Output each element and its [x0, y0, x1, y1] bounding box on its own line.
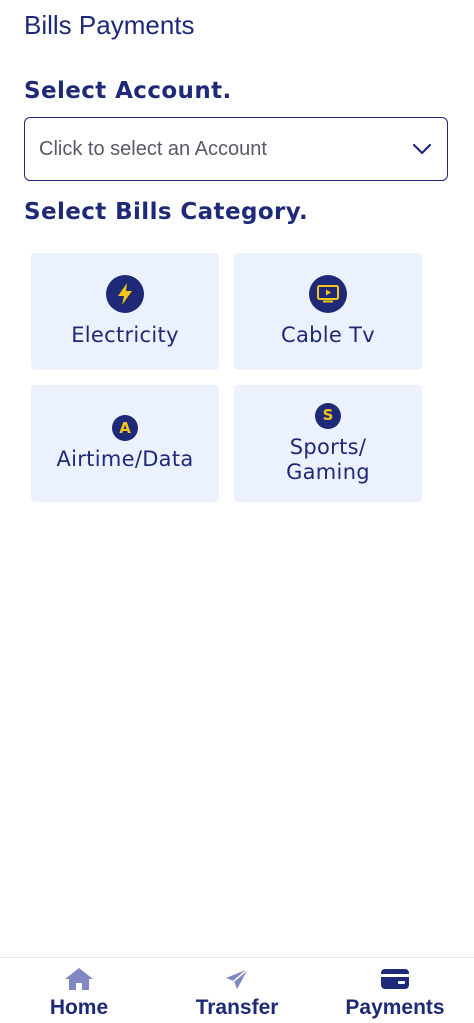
account-select-placeholder: Click to select an Account: [39, 137, 267, 160]
category-airtime-data-tile[interactable]: A Airtime/Data: [31, 385, 219, 502]
category-label: Electricity: [71, 323, 179, 347]
page-title: Bills Payments: [24, 10, 195, 40]
letter-s-icon: S: [315, 402, 341, 429]
nav-label: Transfer: [195, 996, 279, 1019]
lightning-icon: [106, 275, 144, 313]
icon-letter: S: [322, 406, 334, 424]
letter-a-icon: A: [112, 415, 138, 441]
tv-icon: [309, 275, 347, 313]
select-bills-category-label: Select Bills Category.: [24, 199, 309, 225]
nav-item-transfer[interactable]: Transfer: [158, 958, 316, 1023]
select-account-label: Select Account.: [24, 78, 232, 104]
nav-item-payments[interactable]: Payments: [316, 958, 474, 1023]
nav-item-home[interactable]: Home: [0, 958, 158, 1023]
send-icon: [220, 964, 254, 994]
account-select-dropdown[interactable]: Click to select an Account: [24, 117, 448, 181]
nav-label: Home: [49, 996, 109, 1019]
nav-label: Payments: [345, 996, 445, 1019]
chevron-down-icon: [411, 138, 433, 160]
category-cable-tv-tile[interactable]: Cable Tv: [234, 253, 422, 370]
category-sports-gaming-tile[interactable]: S Sports/ Gaming: [234, 385, 422, 502]
card-icon: [378, 964, 412, 994]
home-icon: [62, 964, 96, 994]
category-label: Cable Tv: [281, 323, 375, 347]
icon-letter: A: [119, 418, 131, 437]
bills-payments-screen: Bills Payments Select Account. Click to …: [0, 0, 474, 1023]
category-electricity-tile[interactable]: Electricity: [31, 253, 219, 370]
category-label: Sports/ Gaming: [286, 434, 370, 484]
category-label: Airtime/Data: [56, 447, 194, 471]
bottom-navigation: Home Transfer Payments: [0, 957, 474, 1023]
